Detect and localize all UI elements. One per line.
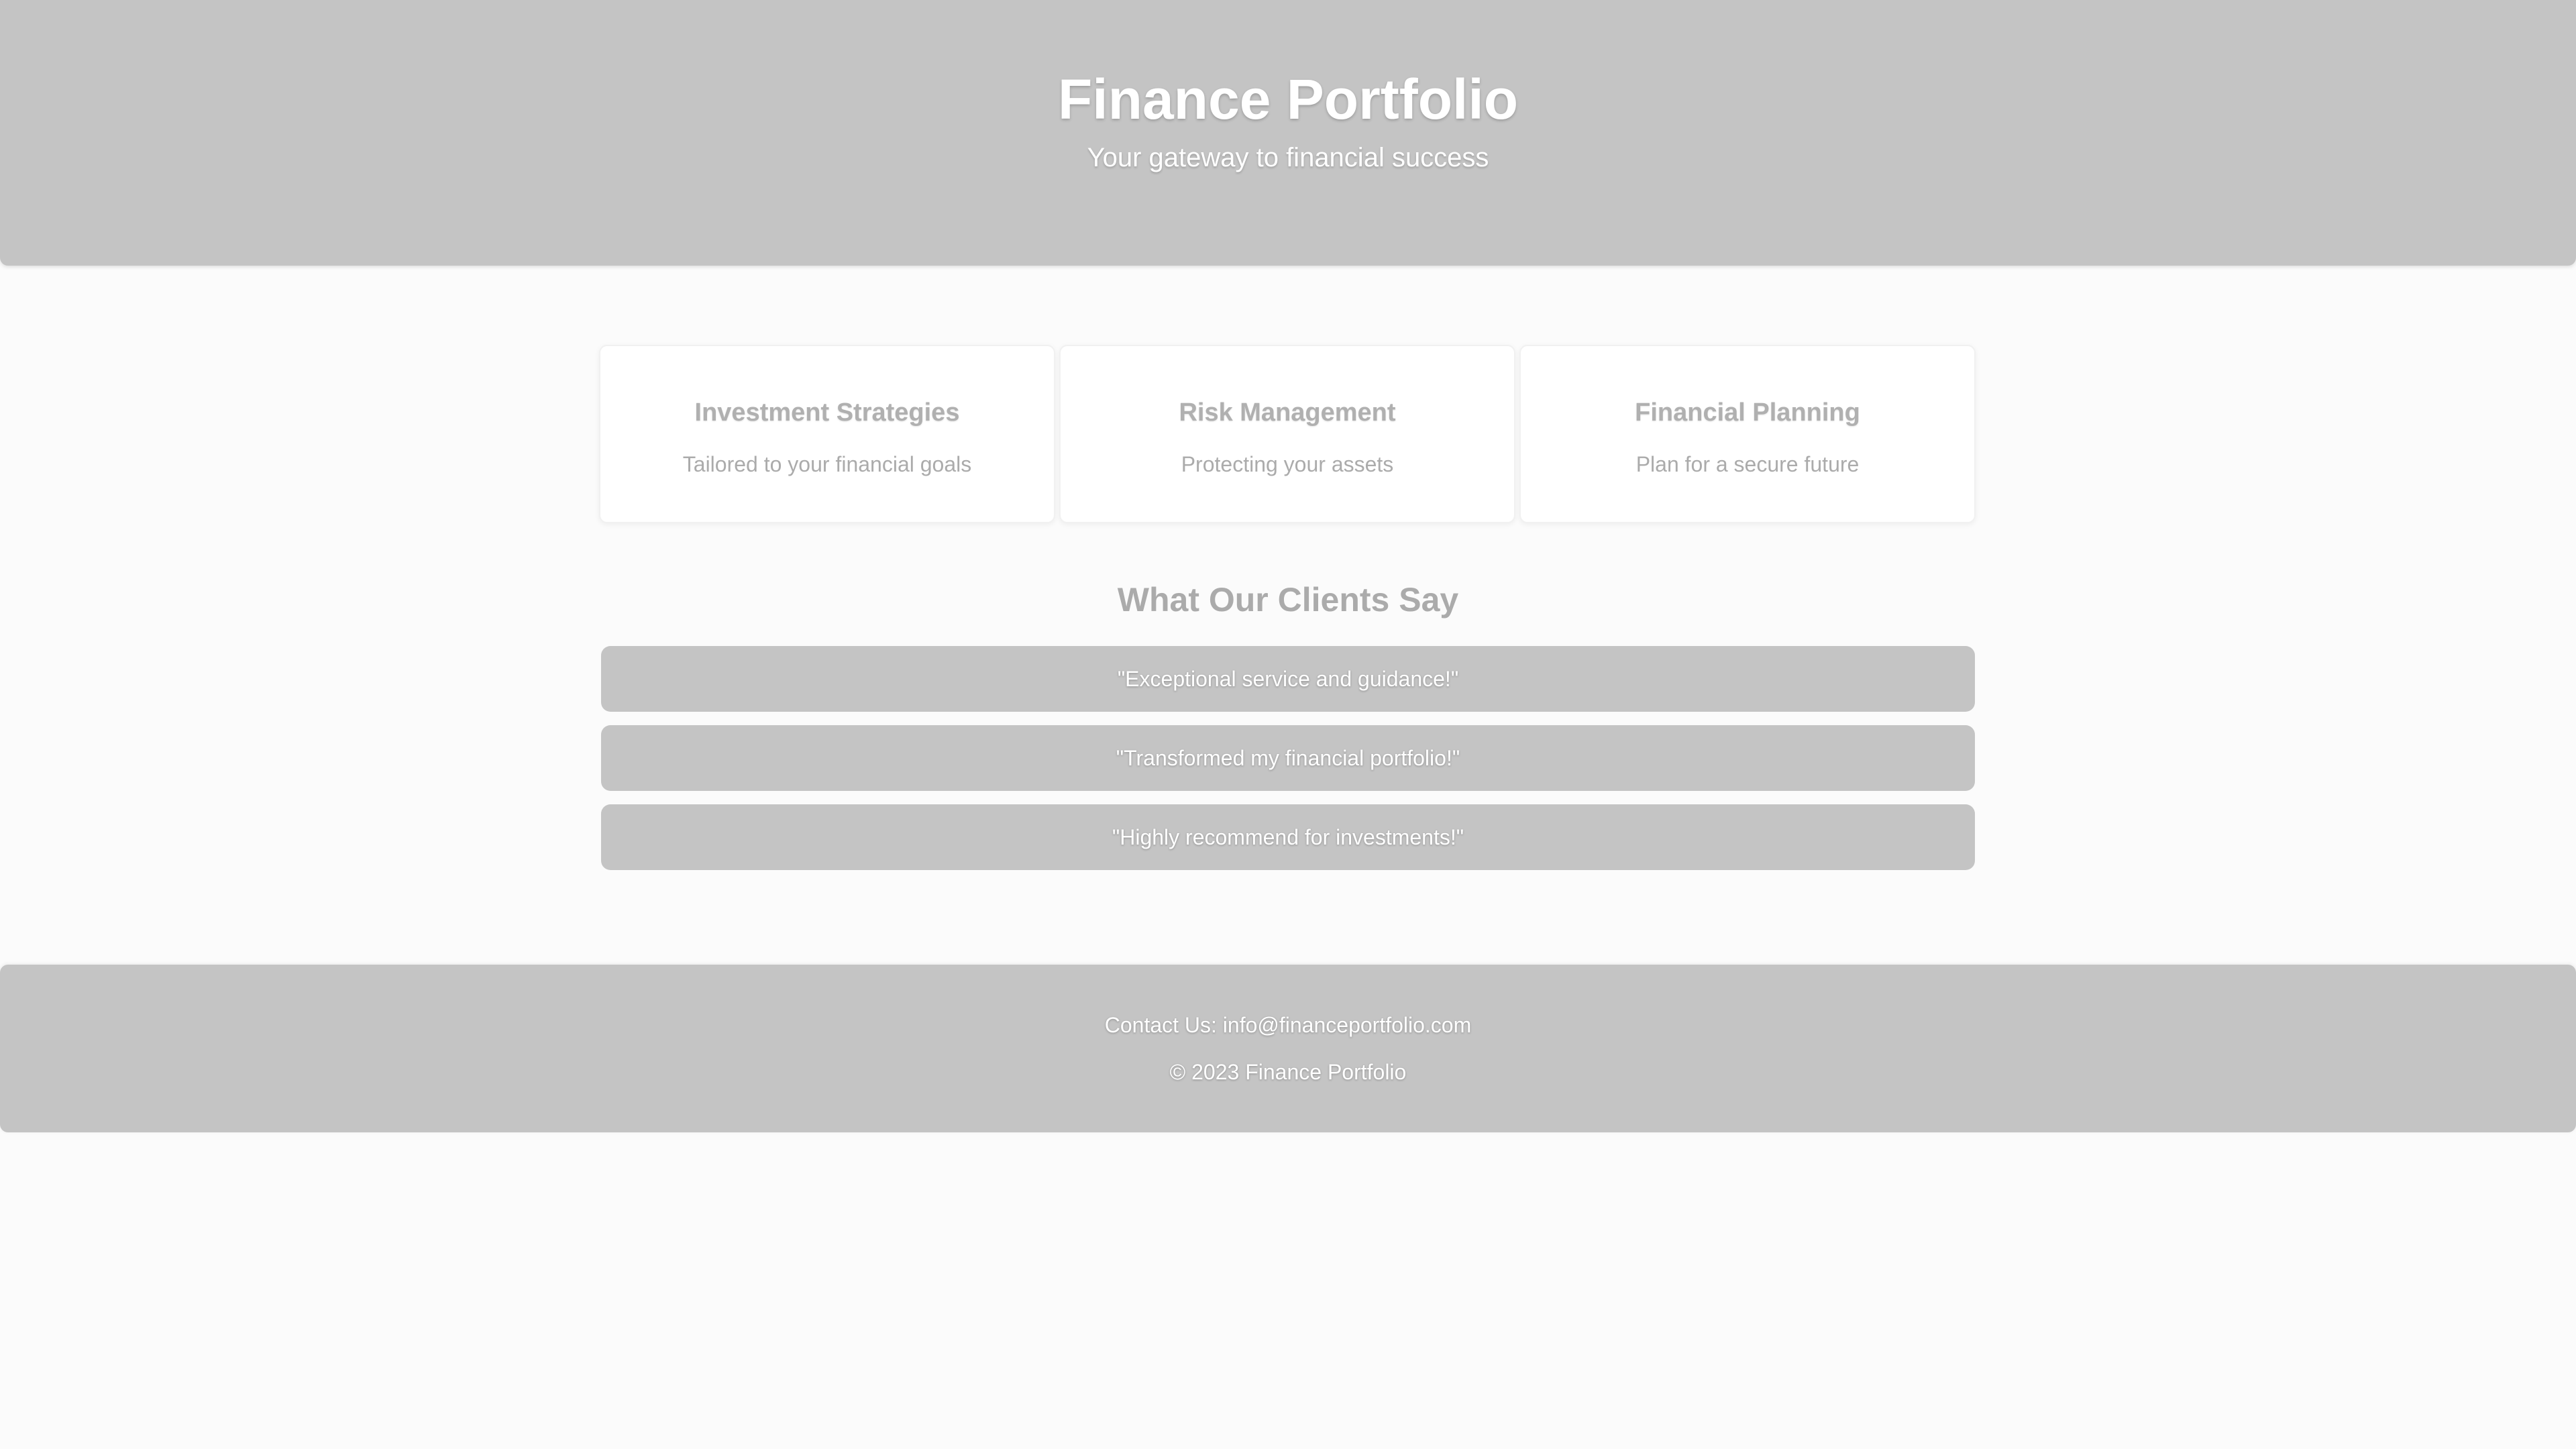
service-card-financial-planning[interactable]: Financial Planning Plan for a secure fut… (1519, 345, 1976, 523)
service-card-description: Plan for a secure future (1635, 452, 1860, 476)
services-section: Investment Strategies Tailored to your f… (599, 345, 1976, 523)
service-card-title: Risk Management (1179, 398, 1396, 427)
service-card-description: Protecting your assets (1181, 452, 1394, 476)
service-card-description: Tailored to your financial goals (682, 452, 972, 476)
service-card-risk-management[interactable]: Risk Management Protecting your assets (1059, 345, 1515, 523)
service-card-investment-strategies[interactable]: Investment Strategies Tailored to your f… (599, 345, 1055, 523)
testimonial-item: "Exceptional service and guidance!" (601, 646, 1975, 712)
site-header: Finance Portfolio Your gateway to financ… (0, 0, 2576, 266)
testimonial-item: "Transformed my financial portfolio!" (601, 725, 1975, 791)
footer-contact: Contact Us: info@financeportfolio.com (1104, 1013, 1472, 1037)
testimonial-item: "Highly recommend for investments!" (601, 804, 1975, 870)
testimonials-list: "Exceptional service and guidance!" "Tra… (601, 646, 1975, 883)
testimonials-heading: What Our Clients Say (1117, 581, 1459, 619)
service-card-title: Financial Planning (1635, 398, 1860, 427)
page-subtitle: Your gateway to financial success (1087, 143, 1489, 172)
site-footer: Contact Us: info@financeportfolio.com © … (0, 965, 2576, 1132)
footer-copyright: © 2023 Finance Portfolio (1169, 1060, 1407, 1084)
page-title: Finance Portfolio (1057, 68, 1519, 131)
service-card-title: Investment Strategies (694, 398, 960, 427)
